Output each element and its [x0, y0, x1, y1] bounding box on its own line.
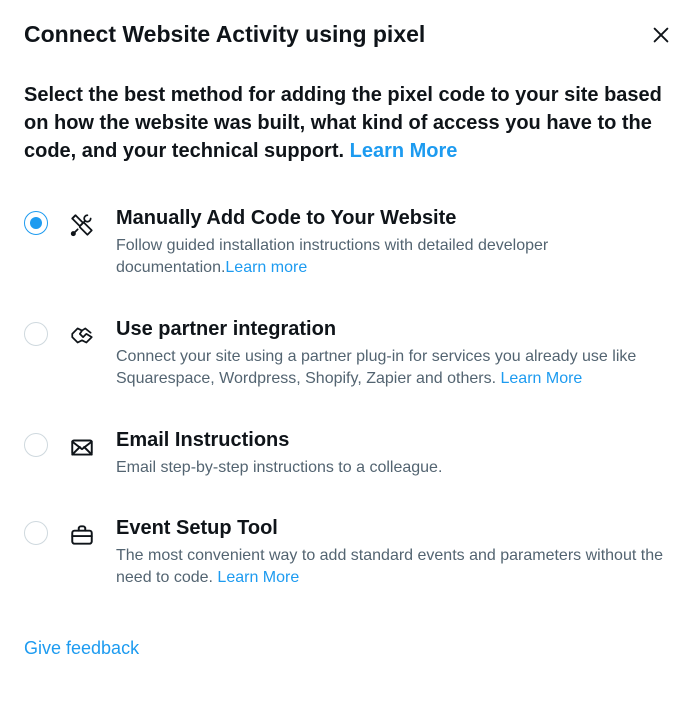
option-email-instructions[interactable]: Email Instructions Email step-by-step in…	[24, 427, 676, 479]
radio-email-instructions[interactable]	[24, 433, 48, 457]
option-title: Manually Add Code to Your Website	[116, 205, 676, 231]
option-desc: Connect your site using a partner plug-i…	[116, 346, 676, 391]
intro-learn-more-link[interactable]: Learn More	[350, 140, 458, 162]
intro-body: Select the best method for adding the pi…	[24, 84, 662, 162]
intro-text: Select the best method for adding the pi…	[24, 81, 676, 165]
learn-more-link[interactable]: Learn more	[225, 259, 307, 276]
email-icon	[68, 433, 96, 461]
close-button[interactable]	[646, 20, 676, 53]
option-desc: The most convenient way to add standard …	[116, 545, 676, 590]
option-desc: Follow guided installation instructions …	[116, 235, 676, 280]
option-body: Use partner integration Connect your sit…	[116, 316, 676, 391]
option-event-setup-tool[interactable]: Event Setup Tool The most convenient way…	[24, 515, 676, 590]
option-desc: Email step-by-step instructions to a col…	[116, 457, 676, 479]
modal-title: Connect Website Activity using pixel	[24, 20, 425, 50]
options-list: Manually Add Code to Your Website Follow…	[24, 205, 676, 590]
option-partner-integration[interactable]: Use partner integration Connect your sit…	[24, 316, 676, 391]
tools-icon	[68, 211, 96, 239]
option-body: Email Instructions Email step-by-step in…	[116, 427, 676, 479]
briefcase-icon	[68, 521, 96, 549]
option-title: Use partner integration	[116, 316, 676, 342]
option-body: Manually Add Code to Your Website Follow…	[116, 205, 676, 280]
radio-event-setup-tool[interactable]	[24, 521, 48, 545]
option-manual-code[interactable]: Manually Add Code to Your Website Follow…	[24, 205, 676, 280]
radio-partner-integration[interactable]	[24, 322, 48, 346]
option-body: Event Setup Tool The most convenient way…	[116, 515, 676, 590]
give-feedback-link[interactable]: Give feedback	[24, 638, 676, 659]
close-icon	[650, 24, 672, 49]
modal-header: Connect Website Activity using pixel	[24, 20, 676, 53]
option-title: Email Instructions	[116, 427, 676, 453]
option-title: Event Setup Tool	[116, 515, 676, 541]
learn-more-link[interactable]: Learn More	[501, 370, 583, 387]
handshake-icon	[68, 322, 96, 350]
learn-more-link[interactable]: Learn More	[217, 569, 299, 586]
radio-manual-code[interactable]	[24, 211, 48, 235]
